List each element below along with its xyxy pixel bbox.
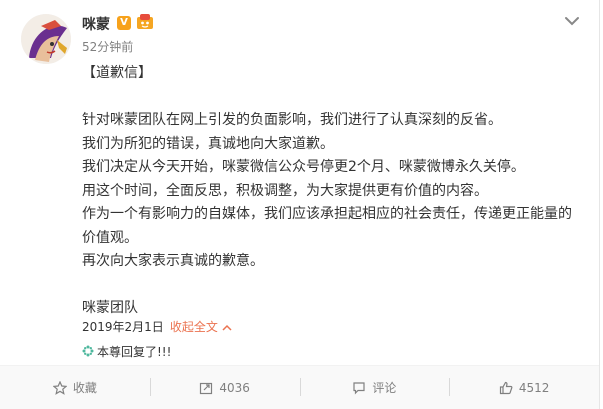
post-line: 价值观。 — [82, 229, 138, 246]
post-line: 作为一个有影响力的自媒体，我们应该承担起相应的社会责任，传递更正能量的 — [82, 206, 572, 222]
weibo-post-card: 咪蒙 V 52分钟前 【道歉信】 针对咪蒙团队在网上引发的负面影响，我们进行了认… — [0, 0, 600, 409]
author-avatar[interactable] — [21, 14, 71, 64]
reply-note[interactable]: 本尊回复了!!! — [82, 343, 171, 360]
repost-icon — [200, 382, 213, 394]
comment-icon — [353, 381, 365, 394]
post-body: 【道歉信】 针对咪蒙团队在网上引发的负面影响，我们进行了认真深刻的反省。 我们为… — [82, 62, 582, 321]
verified-badge: V — [117, 16, 131, 30]
like-count: 4512 — [518, 380, 550, 395]
post-time[interactable]: 52分钟前 — [82, 38, 133, 55]
post-line: 我们决定从今天开始，咪蒙微信公众号停更2个月、咪蒙微博永久关停。 — [82, 159, 525, 175]
post-signature: 咪蒙团队 — [82, 300, 138, 316]
post-line: 我们为所犯的错误，真诚地向大家道歉。 — [82, 135, 334, 152]
post-line: 用这个时间，全面反思，积极调整，为大家提供更有价值的内容。 — [82, 182, 488, 199]
reply-note-text: 本尊回复了!!! — [97, 345, 172, 359]
fan-badge-icon[interactable] — [136, 13, 154, 31]
favorite-label: 收藏 — [72, 381, 97, 395]
comment-button[interactable]: 评论 — [299, 366, 450, 409]
like-button[interactable]: 4512 — [449, 366, 599, 409]
star-icon — [52, 380, 67, 395]
post-meta: 2019年2月1日 收起全文 — [82, 318, 232, 335]
post-date: 2019年2月1日 — [82, 320, 164, 334]
repost-button[interactable]: 4036 — [149, 366, 300, 409]
comment-label: 评论 — [372, 381, 397, 395]
collapse-text-link[interactable]: 收起全文 — [170, 320, 218, 334]
avatar-illustration — [21, 14, 71, 64]
chevron-down-icon[interactable] — [563, 14, 581, 28]
post-line-title: 【道歉信】 — [82, 65, 152, 81]
action-bar: 收藏 4036 评论 4512 — [0, 366, 599, 409]
thumbs-up-icon — [499, 381, 513, 394]
post-line: 针对咪蒙团队在网上引发的负面影响，我们进行了认真深刻的反省。 — [82, 112, 502, 128]
favorite-button[interactable]: 收藏 — [0, 366, 150, 409]
post-line: 再次向大家表示真诚的歉意。 — [82, 253, 264, 269]
asterisk-icon — [82, 345, 94, 357]
author-name[interactable]: 咪蒙 — [82, 14, 110, 34]
repost-count: 4036 — [219, 380, 250, 395]
chevron-up-icon[interactable] — [222, 324, 232, 332]
